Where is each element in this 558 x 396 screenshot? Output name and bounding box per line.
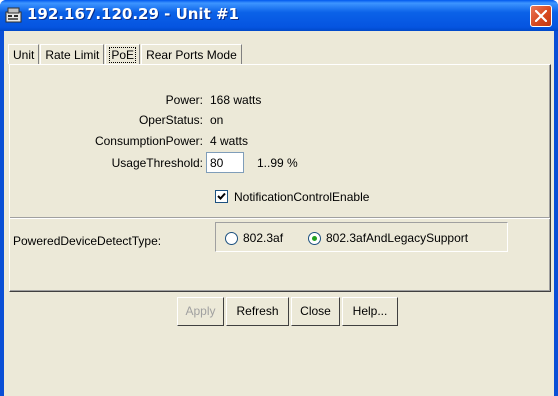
consumption-power-value: 4 watts — [210, 134, 249, 148]
consumption-power-label: ConsumptionPower: — [94, 134, 203, 148]
close-button[interactable]: Close — [291, 297, 340, 326]
power-value: 168 watts — [210, 93, 262, 107]
radio-8023af-label: 802.3af — [243, 231, 284, 245]
tab-poe[interactable]: PoE — [105, 44, 141, 64]
notification-control-label: NotificationControlEnable — [234, 190, 370, 204]
tab-unit[interactable]: Unit — [8, 44, 40, 64]
notification-control-checkbox[interactable] — [215, 190, 228, 203]
radio-8023af-legacy[interactable] — [308, 232, 321, 245]
tab-rear-ports-mode[interactable]: Rear Ports Mode — [141, 44, 242, 64]
close-window-button[interactable] — [530, 5, 552, 27]
close-icon — [535, 10, 547, 22]
tab-rate-limit-label: Rate Limit — [45, 48, 100, 62]
radio-8023af-legacy-label: 802.3afAndLegacySupport — [326, 231, 469, 245]
divider — [10, 217, 550, 219]
dialog-window: 192.167.120.29 - Unit #1 Unit Rate Limit… — [0, 0, 558, 396]
usage-threshold-range: 1..99 % — [257, 156, 298, 170]
oper-status-value: on — [210, 113, 224, 127]
tab-rate-limit[interactable]: Rate Limit — [40, 44, 105, 64]
oper-status-label: OperStatus: — [138, 113, 203, 127]
refresh-button[interactable]: Refresh — [226, 297, 289, 326]
radio-8023af[interactable] — [225, 232, 238, 245]
tab-poe-label: PoE — [109, 47, 137, 63]
device-icon — [5, 7, 22, 23]
title-bar[interactable]: 192.167.120.29 - Unit #1 — [0, 0, 558, 31]
detect-type-label: PoweredDeviceDetectType: — [13, 234, 162, 248]
usage-threshold-label: UsageThreshold: — [111, 156, 203, 170]
window-title: 192.167.120.29 - Unit #1 — [27, 5, 239, 23]
poe-panel: Power: 168 watts OperStatus: on Consumpt… — [9, 64, 551, 292]
tab-unit-label: Unit — [13, 48, 35, 62]
help-button[interactable]: Help... — [342, 297, 398, 326]
checkmark-icon — [217, 192, 226, 200]
detect-type-radio-group: 802.3af 802.3afAndLegacySupport — [215, 222, 508, 252]
tab-bar: Unit Rate Limit PoE Rear Ports Mode — [8, 44, 243, 64]
tab-rear-ports-mode-label: Rear Ports Mode — [146, 48, 237, 62]
power-label: Power: — [165, 93, 203, 107]
usage-threshold-input[interactable] — [206, 152, 244, 173]
apply-button[interactable]: Apply — [177, 297, 224, 326]
dialog-client-area: Unit Rate Limit PoE Rear Ports Mode Powe… — [4, 31, 554, 396]
